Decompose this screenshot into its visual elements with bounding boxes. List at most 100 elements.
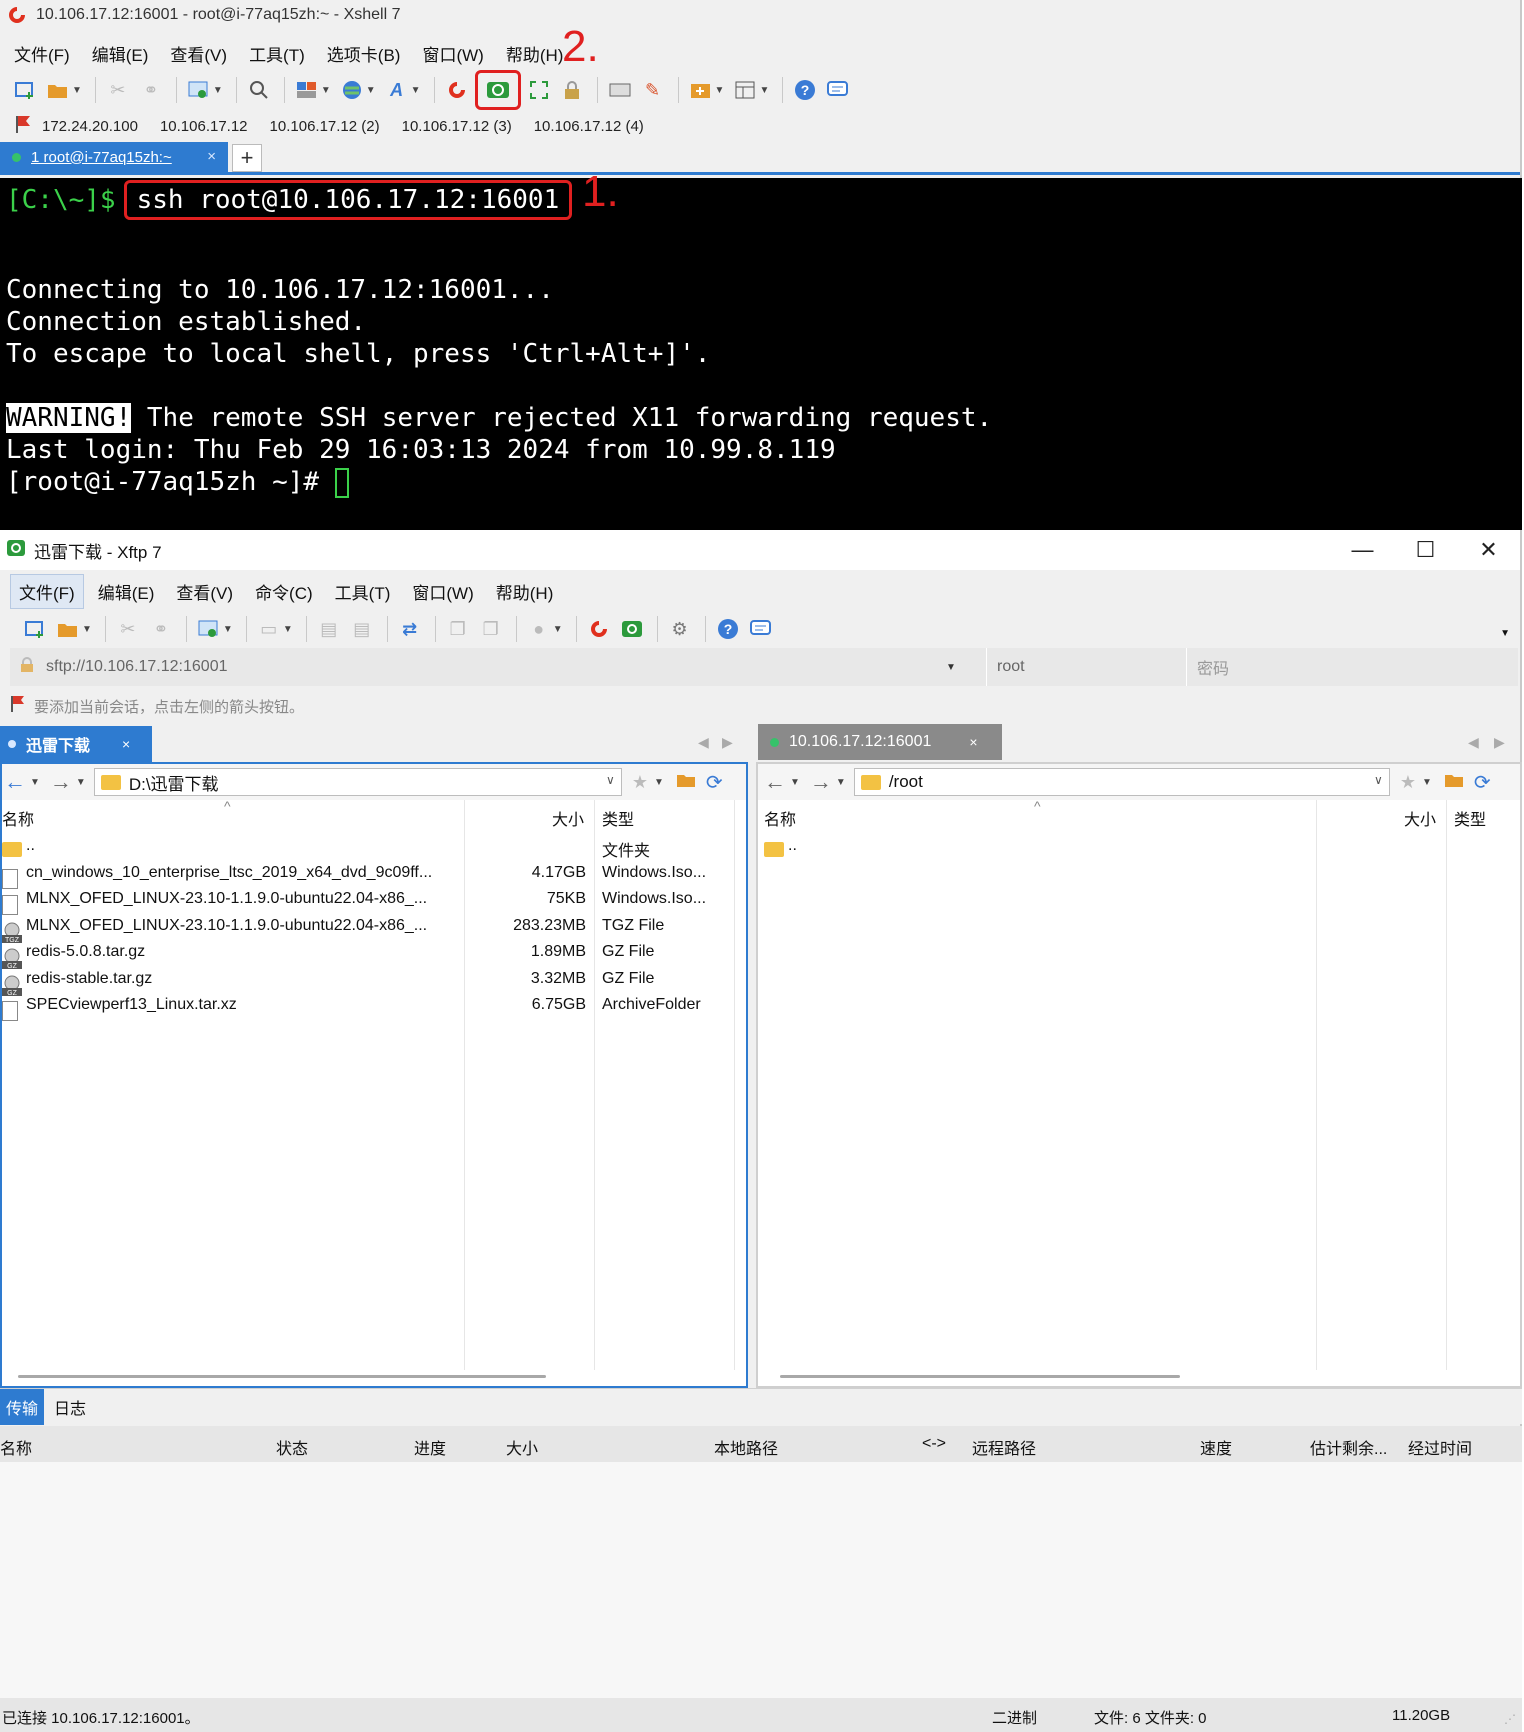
xftp-sync-icon[interactable]: ⇄ bbox=[395, 614, 425, 644]
xftp-launch-icon[interactable] bbox=[474, 70, 521, 110]
new-tab-button[interactable]: + bbox=[232, 144, 262, 172]
open-folder-icon[interactable] bbox=[43, 75, 73, 105]
local-col-size[interactable]: 大小 bbox=[552, 806, 584, 830]
link-session-4[interactable]: 10.106.17.12 (3) bbox=[402, 118, 512, 135]
transfer-col-status[interactable]: 状态 bbox=[276, 1435, 308, 1459]
local-pane-tab[interactable]: 迅雷下载 × bbox=[0, 726, 152, 762]
local-hscrollbar[interactable] bbox=[18, 1375, 546, 1378]
remote-tab-prev-icon[interactable]: ◀ bbox=[1468, 734, 1479, 751]
file-row[interactable]: GZ redis-stable.tar.gz 3.32MB GZ File bbox=[2, 965, 746, 997]
remote-col-size[interactable]: 大小 bbox=[1404, 806, 1436, 830]
lock-icon[interactable] bbox=[557, 75, 587, 105]
file-row[interactable]: cn_windows_10_enterprise_ltsc_2019_x64_d… bbox=[2, 859, 746, 889]
help-icon[interactable]: ? bbox=[790, 75, 820, 105]
font-icon[interactable]: A bbox=[382, 75, 412, 105]
link-session-2[interactable]: 10.106.17.12 bbox=[160, 118, 248, 135]
remote-path-box[interactable]: /root ∨ bbox=[853, 768, 1390, 796]
remote-hscrollbar[interactable] bbox=[780, 1375, 1180, 1378]
search-icon[interactable] bbox=[244, 75, 274, 105]
xftp-menu-help[interactable]: 帮助(H) bbox=[488, 575, 562, 608]
pen-icon[interactable]: ✎ bbox=[638, 75, 668, 105]
transfer-col-eta[interactable]: 估计剩余... bbox=[1310, 1435, 1387, 1459]
file-row[interactable]: .. 文件夹 bbox=[2, 832, 746, 861]
xftp-open-icon[interactable] bbox=[53, 614, 83, 644]
xftp-new-session-icon[interactable] bbox=[20, 614, 50, 644]
menu-view[interactable]: 查看(V) bbox=[170, 41, 227, 66]
fullscreen-icon[interactable] bbox=[524, 75, 554, 105]
xftp-link-icon[interactable]: ⚭ bbox=[146, 614, 176, 644]
password-input[interactable]: 密码 bbox=[1186, 648, 1518, 686]
xftp-menu-window[interactable]: 窗口(W) bbox=[404, 575, 481, 608]
address-dropdown-icon[interactable]: ▼ bbox=[946, 662, 986, 673]
local-refresh-icon[interactable]: ⟳ bbox=[706, 770, 723, 795]
xftp-disconnect-icon[interactable]: ✂ bbox=[113, 614, 143, 644]
xftp-chat-icon[interactable] bbox=[746, 614, 776, 644]
new-session-icon[interactable] bbox=[10, 75, 40, 105]
disconnect-icon[interactable]: ✂ bbox=[103, 75, 133, 105]
file-row[interactable]: MLNX_OFED_LINUX-23.10-1.1.9.0-ubuntu22.0… bbox=[2, 885, 746, 915]
xshell-swirl-icon[interactable] bbox=[442, 75, 472, 105]
hint-flag-icon[interactable] bbox=[10, 695, 26, 717]
xftp-help-icon[interactable]: ? bbox=[713, 614, 743, 644]
local-favorite-icon[interactable]: ★ bbox=[632, 772, 648, 793]
file-row[interactable]: SPECviewperf13_Linux.tar.xz 6.75GB Archive… bbox=[2, 991, 746, 1021]
minimize-icon[interactable]: — bbox=[1331, 530, 1394, 570]
menu-file[interactable]: 文件(F) bbox=[14, 41, 70, 66]
xftp-xshell-icon[interactable] bbox=[584, 614, 614, 644]
local-path-dropdown-icon[interactable]: ∨ bbox=[606, 773, 615, 787]
remote-col-name[interactable]: 名称 bbox=[764, 806, 796, 830]
add-bookmark-icon[interactable] bbox=[686, 75, 716, 105]
properties-icon[interactable] bbox=[184, 75, 214, 105]
menu-tools[interactable]: 工具(T) bbox=[249, 41, 305, 66]
tab-log[interactable]: 日志 bbox=[54, 1395, 86, 1419]
layout-icon[interactable] bbox=[292, 75, 322, 105]
remote-path-dropdown-icon[interactable]: ∨ bbox=[1374, 773, 1383, 787]
file-row[interactable]: .. bbox=[758, 832, 1520, 861]
resize-grip-icon[interactable]: ⋰ bbox=[1504, 1712, 1516, 1726]
close-tab-icon[interactable]: × bbox=[207, 148, 216, 165]
remote-home-folder-icon[interactable] bbox=[1444, 772, 1464, 793]
local-tab-prev-icon[interactable]: ◀ bbox=[698, 734, 709, 751]
xftp-menu-view[interactable]: 查看(V) bbox=[168, 575, 241, 608]
menu-help[interactable]: 帮助(H) bbox=[506, 41, 564, 66]
xftp-copy-icon[interactable]: ❐ bbox=[443, 614, 473, 644]
remote-forward-icon[interactable]: → bbox=[810, 769, 832, 795]
local-col-name[interactable]: 名称 bbox=[2, 806, 34, 830]
xftp-xftp-icon[interactable] bbox=[617, 614, 647, 644]
transfer-col-speed[interactable]: 速度 bbox=[1200, 1435, 1232, 1459]
remote-pane-tab[interactable]: 10.106.17.12:16001 × bbox=[758, 724, 1002, 760]
xftp-menu-command[interactable]: 命令(C) bbox=[247, 575, 321, 608]
remote-back-icon[interactable]: ← bbox=[764, 769, 786, 795]
local-home-folder-icon[interactable] bbox=[676, 772, 696, 793]
remote-col-type[interactable]: 类型 bbox=[1454, 806, 1486, 830]
remote-refresh-icon[interactable]: ⟳ bbox=[1474, 770, 1491, 795]
transfer-col-local-path[interactable]: 本地路径 bbox=[714, 1435, 778, 1459]
local-tab-next-icon[interactable]: ▶ bbox=[722, 734, 733, 751]
local-back-icon[interactable]: ← bbox=[4, 769, 26, 795]
file-row[interactable]: TGZ MLNX_OFED_LINUX-23.10-1.1.9.0-ubuntu2… bbox=[2, 912, 746, 944]
link-session-1[interactable]: 172.24.20.100 bbox=[42, 118, 138, 135]
address-input[interactable]: sftp://10.106.17.12:16001 bbox=[46, 658, 946, 676]
xftp-menu-tools[interactable]: 工具(T) bbox=[327, 575, 399, 608]
file-row[interactable]: GZ redis-5.0.8.tar.gz 1.89MB GZ File bbox=[2, 938, 746, 970]
link-icon[interactable]: ⚭ bbox=[136, 75, 166, 105]
xftp-menu-file[interactable]: 文件(F) bbox=[10, 573, 84, 609]
xftp-transfer-icon[interactable]: ▭ bbox=[254, 614, 284, 644]
username-input[interactable]: root bbox=[986, 648, 1186, 686]
globe-icon[interactable] bbox=[337, 75, 367, 105]
local-forward-icon[interactable]: → bbox=[50, 769, 72, 795]
keyboard-icon[interactable] bbox=[605, 75, 635, 105]
xftp-globe-icon[interactable]: ● bbox=[524, 614, 554, 644]
close-window-icon[interactable]: ✕ bbox=[1457, 530, 1520, 570]
remote-favorite-icon[interactable]: ★ bbox=[1400, 772, 1416, 793]
remote-tab-close-icon[interactable]: × bbox=[969, 734, 977, 750]
transfer-col-size[interactable]: 大小 bbox=[506, 1435, 538, 1459]
local-path-box[interactable]: D:\迅雷下载 ∨ bbox=[93, 768, 622, 796]
xftp-settings-icon[interactable]: ⚙ bbox=[665, 614, 695, 644]
link-session-5[interactable]: 10.106.17.12 (4) bbox=[534, 118, 644, 135]
transfer-col-name[interactable]: 名称 bbox=[0, 1435, 32, 1459]
xftp-doc1-icon[interactable]: ▤ bbox=[314, 614, 344, 644]
xftp-doc2-icon[interactable]: ▤ bbox=[347, 614, 377, 644]
transfer-col-remote-path[interactable]: 远程路径 bbox=[972, 1435, 1036, 1459]
menu-tabs[interactable]: 选项卡(B) bbox=[327, 41, 401, 66]
